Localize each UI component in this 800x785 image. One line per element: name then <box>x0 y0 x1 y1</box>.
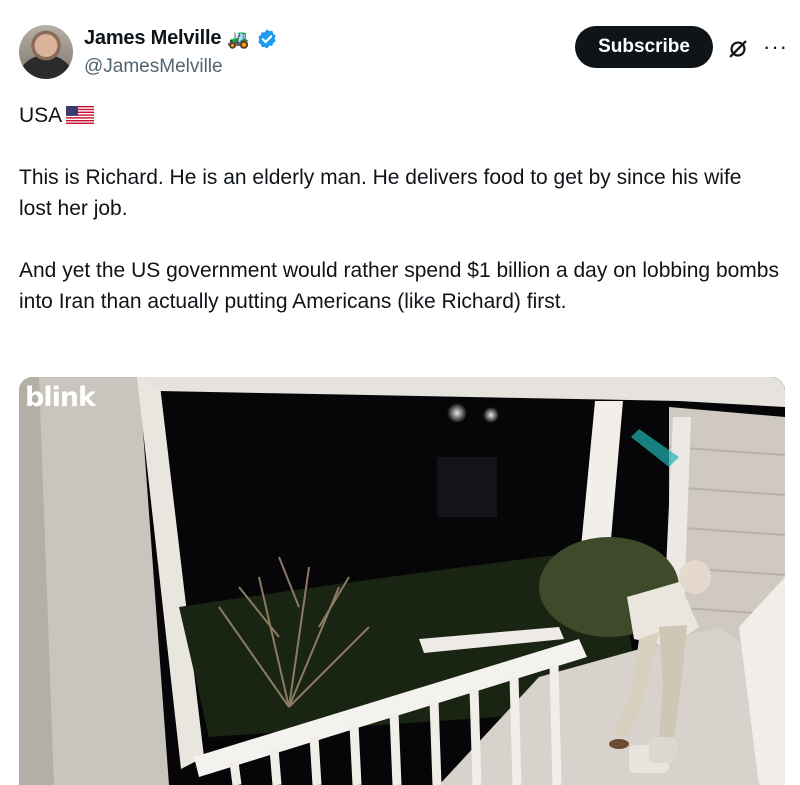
tweet-paragraph-1: This is Richard. He is an elderly man. H… <box>19 166 742 220</box>
tractor-icon: 🚜 <box>227 28 250 49</box>
author-handle[interactable]: @JamesMelville <box>84 56 223 78</box>
tweet-country-text: USA <box>19 104 63 127</box>
author-display-name[interactable]: James Melville <box>84 27 221 50</box>
subscribe-button[interactable]: Subscribe <box>575 26 713 68</box>
blink-watermark: blink <box>25 382 96 413</box>
tweet-video[interactable]: blink <box>19 377 785 785</box>
more-options-icon[interactable]: ··· <box>763 36 788 58</box>
tweet-text: USA This is Richard. He is an elderly ma… <box>19 100 779 317</box>
author-name-row: James Melville 🚜 <box>84 27 278 50</box>
verified-badge-icon <box>258 28 276 49</box>
doorbell-camera-scene <box>19 377 785 785</box>
tweet-line-country: USA <box>19 100 779 131</box>
grok-icon[interactable] <box>727 38 749 60</box>
us-flag-icon <box>66 106 95 124</box>
author-avatar[interactable] <box>19 25 73 79</box>
tweet-paragraph-2: And yet the US government would rather s… <box>19 259 779 313</box>
